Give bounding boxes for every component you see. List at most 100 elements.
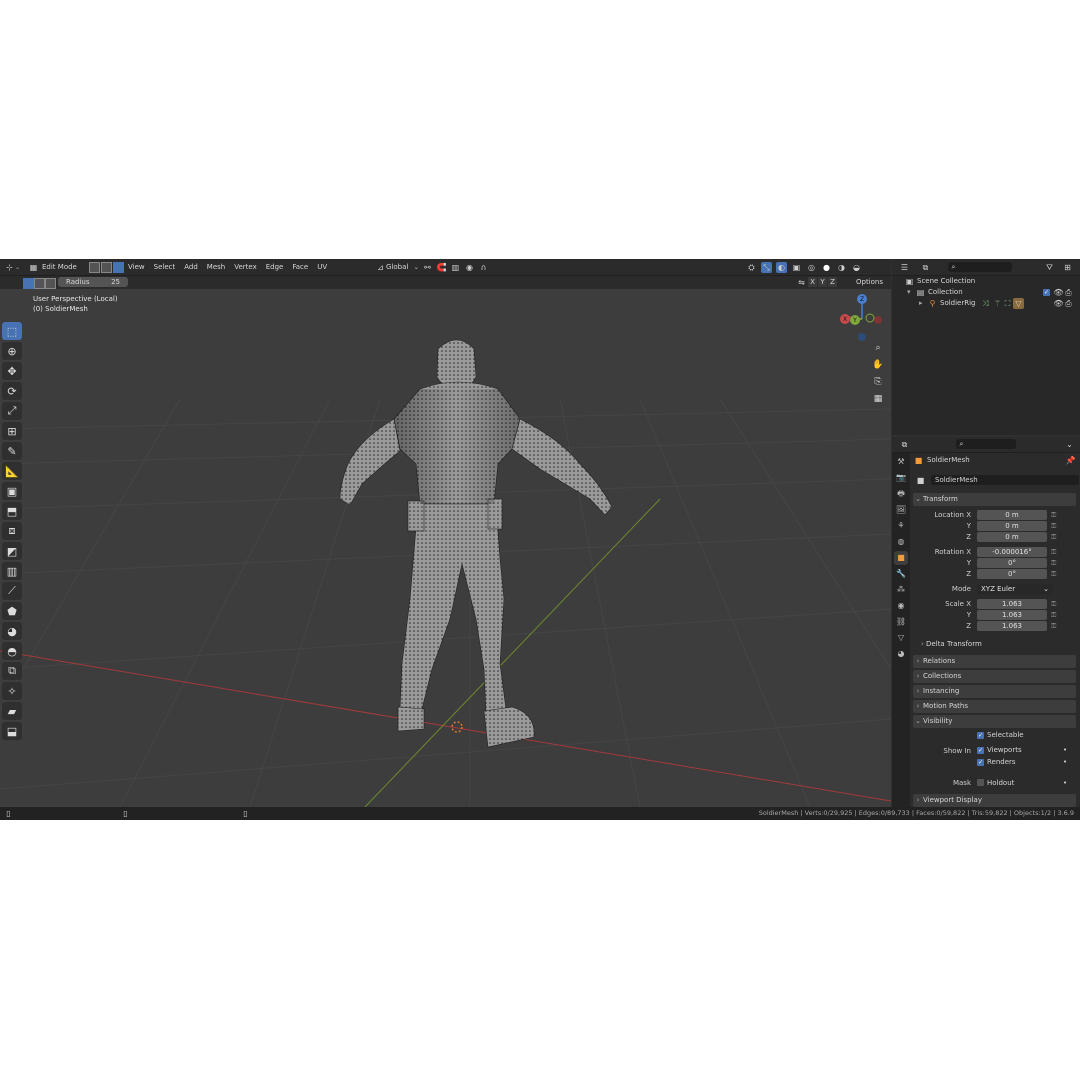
outliner-editor-icon[interactable]: ☰ bbox=[899, 262, 910, 273]
collapse-arrow-icon[interactable]: ▸ bbox=[919, 298, 923, 309]
pan-hand-icon[interactable]: ✋ bbox=[871, 358, 885, 372]
rotation-mode-dropdown[interactable]: XYZ Euler ⌄ bbox=[977, 584, 1053, 594]
3d-viewport[interactable]: User Perspective (Local) (0) SoldierMesh… bbox=[0, 289, 891, 807]
solid-shading-icon[interactable]: ● bbox=[821, 262, 832, 273]
render-camera-icon[interactable]: ⎙ bbox=[1063, 298, 1074, 309]
visibility-panel-header[interactable]: ⌄ Visibility bbox=[913, 715, 1076, 728]
menu-uv[interactable]: UV bbox=[317, 263, 327, 271]
chevron-down-icon[interactable]: ⌄ bbox=[1064, 439, 1075, 450]
instancing-panel-header[interactable]: › Instancing bbox=[913, 685, 1076, 698]
spin-tool-icon[interactable]: ◕ bbox=[2, 622, 22, 640]
lock-icon[interactable]: ⚿ bbox=[1051, 599, 1056, 609]
inset-tool-icon[interactable]: ⧈ bbox=[2, 522, 22, 540]
menu-view[interactable]: View bbox=[128, 263, 145, 271]
outliner-row-scene-collection[interactable]: ▣ Scene Collection bbox=[892, 276, 1080, 287]
extrude-tool-icon[interactable]: ⬒ bbox=[2, 502, 22, 520]
keyframe-dot-icon[interactable]: • bbox=[1063, 778, 1067, 788]
rendered-shading-icon[interactable]: ◒ bbox=[851, 262, 862, 273]
loop-cut-tool-icon[interactable]: ▥ bbox=[2, 562, 22, 580]
lock-icon[interactable]: ⚿ bbox=[1051, 521, 1056, 531]
face-select-button[interactable] bbox=[113, 261, 124, 273]
particles-tab-icon[interactable]: ⁂ bbox=[894, 583, 908, 597]
lock-icon[interactable]: ⚿ bbox=[1051, 532, 1056, 542]
collections-panel-header[interactable]: › Collections bbox=[913, 670, 1076, 683]
rotation-z-field[interactable]: 0° bbox=[977, 569, 1047, 579]
poly-build-tool-icon[interactable]: ⬟ bbox=[2, 602, 22, 620]
show-in-renders-checkbox[interactable]: ✓ bbox=[977, 759, 984, 766]
mirror-y-toggle[interactable]: Y bbox=[818, 277, 827, 287]
relations-panel-header[interactable]: › Relations bbox=[913, 655, 1076, 668]
knife-tool-icon[interactable]: ⟋ bbox=[2, 582, 22, 600]
select-box-tool-icon[interactable]: ⬚ bbox=[2, 322, 22, 340]
lock-icon[interactable]: ⚿ bbox=[1051, 610, 1056, 620]
object-type-icon[interactable]: ■ bbox=[915, 475, 926, 486]
physics-tab-icon[interactable]: ◉ bbox=[894, 599, 908, 613]
zoom-icon[interactable]: ⌕ bbox=[871, 341, 885, 355]
add-cube-tool-icon[interactable]: ▣ bbox=[2, 482, 22, 500]
lock-icon[interactable]: ⚿ bbox=[1051, 558, 1056, 568]
lock-icon[interactable]: ⚿ bbox=[1051, 510, 1056, 520]
filter-icon[interactable]: ⛛ bbox=[1044, 262, 1055, 273]
xray-icon[interactable]: ▣ bbox=[791, 262, 802, 273]
scale-x-field[interactable]: 1.063 bbox=[977, 599, 1047, 609]
keyframe-dot-icon[interactable]: • bbox=[1063, 745, 1067, 755]
edge-select-button[interactable] bbox=[101, 261, 112, 273]
outliner-row-collection[interactable]: ▾ ▤ Collection ✓ 👁 ⎙ bbox=[892, 287, 1080, 298]
grid-icon[interactable]: ▦ bbox=[871, 392, 885, 406]
lock-icon[interactable]: ⚿ bbox=[1051, 547, 1056, 557]
menu-add[interactable]: Add bbox=[184, 263, 198, 271]
menu-vertex[interactable]: Vertex bbox=[234, 263, 257, 271]
constraints-tab-icon[interactable]: ⛓ bbox=[894, 615, 908, 629]
location-y-field[interactable]: 0 m bbox=[977, 521, 1047, 531]
view-layer-tab-icon[interactable]: 🖼 bbox=[894, 503, 908, 517]
transform-orientation-dropdown[interactable]: ⊿ Global ⌄ bbox=[375, 261, 419, 273]
lock-icon[interactable]: ⚿ bbox=[1051, 621, 1056, 631]
properties-editor-icon[interactable]: ⧉ bbox=[899, 439, 910, 450]
navigation-gizmo[interactable]: Z Y X bbox=[839, 293, 889, 343]
select-mode-subtract-button[interactable] bbox=[45, 278, 56, 289]
modifier-tab-icon[interactable]: 🔧 bbox=[894, 567, 908, 581]
edge-slide-tool-icon[interactable]: ⧉ bbox=[2, 662, 22, 680]
menu-edge[interactable]: Edge bbox=[266, 263, 284, 271]
mirror-z-toggle[interactable]: Z bbox=[828, 277, 837, 287]
snap-icon[interactable]: 🧲 bbox=[436, 262, 447, 273]
rip-region-tool-icon[interactable]: ⬓ bbox=[2, 722, 22, 740]
shrink-fatten-tool-icon[interactable]: ✧ bbox=[2, 682, 22, 700]
world-tab-icon[interactable]: ◍ bbox=[894, 535, 908, 549]
cursor-tool-icon[interactable]: ⊕ bbox=[2, 342, 22, 360]
menu-face[interactable]: Face bbox=[292, 263, 308, 271]
viewport-display-panel-header[interactable]: › Viewport Display bbox=[913, 794, 1076, 807]
motion-paths-panel-header[interactable]: › Motion Paths bbox=[913, 700, 1076, 713]
move-tool-icon[interactable]: ✥ bbox=[2, 362, 22, 380]
selectable-checkbox[interactable]: ✓ bbox=[977, 732, 984, 739]
properties-search-input[interactable]: ⌕ bbox=[956, 439, 1016, 449]
collection-exclude-checkbox[interactable]: ✓ bbox=[1043, 289, 1050, 296]
object-name-field[interactable]: SoldierMesh bbox=[931, 475, 1079, 485]
holdout-checkbox[interactable] bbox=[977, 779, 984, 786]
output-tab-icon[interactable]: 🖶 bbox=[894, 487, 908, 501]
shear-tool-icon[interactable]: ▰ bbox=[2, 702, 22, 720]
pin-icon[interactable]: 📌 bbox=[1065, 455, 1076, 466]
overlay-toggle-icon[interactable]: ◐ bbox=[776, 261, 787, 273]
snap-target-icon[interactable]: ▥ bbox=[450, 262, 461, 273]
location-x-field[interactable]: 0 m bbox=[977, 510, 1047, 520]
object-tab-icon[interactable]: ■ bbox=[894, 551, 908, 565]
radius-field[interactable]: Radius 25 bbox=[58, 277, 128, 287]
editor-type-button[interactable]: ⊹ ⌄ bbox=[4, 261, 20, 273]
vertex-select-button[interactable] bbox=[89, 261, 100, 273]
outliner-row-soldier-rig[interactable]: ▸ ⚲ SoldierRig ⤨ ⚚ ⛶ ▽ 👁 ⎙ bbox=[892, 298, 1080, 309]
proportional-edit-icon[interactable]: ◉ bbox=[464, 262, 475, 273]
mirror-x-toggle[interactable]: X bbox=[808, 277, 817, 287]
render-tab-icon[interactable]: 📷 bbox=[894, 471, 908, 485]
material-shading-icon[interactable]: ◑ bbox=[836, 262, 847, 273]
delta-transform-subpanel[interactable]: › Delta Transform bbox=[921, 639, 982, 649]
gizmo-toggle-icon[interactable]: ⤡ bbox=[761, 261, 772, 273]
select-mode-extend-button[interactable] bbox=[34, 278, 45, 289]
scene-tab-icon[interactable]: ⚘ bbox=[894, 519, 908, 533]
data-tab-icon[interactable]: ▽ bbox=[894, 631, 908, 645]
transform-panel-header[interactable]: ⌄ Transform bbox=[913, 493, 1076, 506]
scale-tool-icon[interactable]: ⤢ bbox=[2, 402, 22, 420]
mirror-icon[interactable]: ⇋ bbox=[796, 277, 807, 288]
material-tab-icon[interactable]: ◕ bbox=[894, 647, 908, 661]
render-camera-icon[interactable]: ⎙ bbox=[1063, 287, 1074, 298]
